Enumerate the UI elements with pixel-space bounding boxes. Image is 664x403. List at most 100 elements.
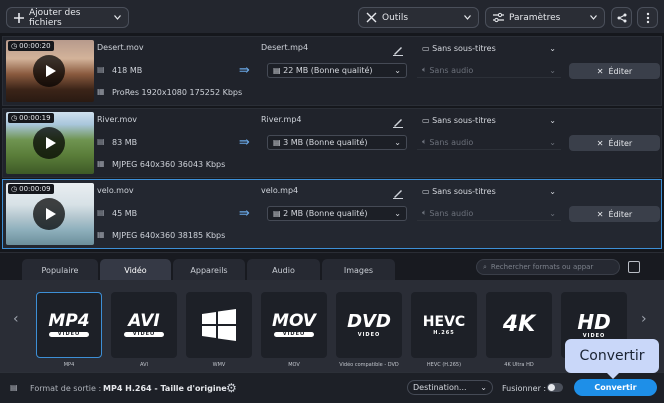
arrow-right-icon: ⇛ — [239, 206, 250, 221]
subtitles-icon: ▭ — [422, 116, 433, 125]
merge-toggle[interactable] — [547, 383, 563, 392]
subtitles-dropdown[interactable]: ▭ Sans sous-titres ⌄ — [417, 41, 561, 56]
share-icon — [617, 13, 626, 22]
audio-value: Sans audio — [429, 137, 474, 147]
hd-logo: HD VIDEO — [574, 312, 614, 339]
search-icon: ⌕ — [483, 262, 487, 271]
edit-name-icon[interactable] — [392, 41, 408, 56]
clock-icon: ◷ — [11, 185, 18, 193]
output-size-dropdown[interactable]: ▤ 3 MB (Bonne qualité) ⌄ — [267, 135, 407, 150]
arrow-right-icon: ⇛ — [239, 135, 250, 150]
edit-name-icon[interactable] — [392, 113, 408, 128]
output-format-icon: ▤ — [10, 383, 18, 392]
clock-icon: ◷ — [11, 114, 18, 122]
audio-dropdown[interactable]: 🔈︎ Sans audio ⌄ — [417, 135, 561, 150]
edit-label: Éditer — [608, 66, 633, 76]
tools-icon: ✕ — [596, 209, 604, 219]
add-files-button[interactable]: Ajouter des fichiers — [6, 7, 129, 28]
format-4k[interactable]: 4K — [486, 292, 552, 358]
logo-sub: VIDEO — [124, 332, 164, 337]
destination-value: Destination... — [413, 383, 467, 392]
video-thumbnail[interactable]: ◷ 00:00:09 — [6, 183, 94, 245]
format-mov[interactable]: MOV VIDEO — [261, 292, 327, 358]
film-icon: ▦ — [97, 87, 105, 96]
duration-badge: ◷ 00:00:19 — [8, 113, 54, 123]
mov-logo: MOV VIDEO — [272, 313, 316, 337]
add-files-label: Ajouter des fichiers — [29, 7, 81, 28]
format-mp4[interactable]: MP4 VIDEO — [36, 292, 102, 358]
output-size-dropdown[interactable]: ▤ 22 MB (Bonne qualité) ⌄ — [267, 63, 407, 78]
video-thumbnail[interactable]: ◷ 00:00:20 — [6, 40, 94, 102]
audio-value: Sans audio — [429, 65, 474, 75]
subtitles-value: Sans sous-titres — [432, 44, 496, 53]
output-size-dropdown[interactable]: ▤ 2 MB (Bonne qualité) ⌄ — [267, 206, 407, 221]
play-icon[interactable] — [33, 55, 65, 87]
edit-button[interactable]: ✕ Éditer — [569, 63, 660, 79]
logo-text: 4K — [502, 312, 536, 337]
logo-text: MP4 — [48, 311, 90, 331]
chevron-right-icon[interactable]: › — [641, 311, 647, 327]
destination-dropdown[interactable]: Destination... ⌄ — [407, 380, 493, 395]
windows-logo-icon — [202, 309, 236, 341]
audio-dropdown[interactable]: 🔈︎ Sans audio ⌄ — [417, 63, 561, 78]
chevron-left-icon[interactable]: ‹ — [13, 311, 19, 327]
tools-icon: ✕ — [596, 66, 604, 76]
tab-devices[interactable]: Appareils — [173, 259, 245, 281]
file-meta: ProRes 1920x1080 175252 Kbps — [112, 88, 243, 97]
convert-tooltip: Convertir — [565, 339, 659, 379]
format-avi[interactable]: AVI VIDEO — [111, 292, 177, 358]
more-menu-button[interactable] — [637, 7, 658, 28]
avi-logo: AVI VIDEO — [124, 313, 164, 337]
play-icon[interactable] — [33, 127, 65, 159]
output-file-icon: ▤ — [273, 209, 284, 218]
chevron-down-icon — [590, 15, 597, 20]
format-wmv[interactable] — [186, 292, 252, 358]
file-name: velo.mov — [97, 186, 134, 195]
chevron-down-icon: ⌄ — [394, 209, 401, 218]
subtitles-dropdown[interactable]: ▭ Sans sous-titres ⌄ — [417, 184, 561, 199]
file-icon: ▤ — [97, 208, 105, 217]
logo-text: AVI — [128, 311, 160, 331]
output-size-value: 22 MB (Bonne qualité) — [283, 66, 373, 75]
tab-images[interactable]: Images — [322, 259, 395, 281]
more-vertical-icon — [646, 12, 649, 23]
film-icon: ▦ — [97, 159, 105, 168]
output-size-value: 2 MB (Bonne qualité) — [283, 209, 368, 218]
settings-button[interactable]: Paramètres — [485, 7, 605, 28]
video-thumbnail[interactable]: ◷ 00:00:19 — [6, 112, 94, 174]
output-format-value[interactable]: MP4 H.264 - Taille d'origine — [103, 384, 227, 393]
tab-video[interactable]: Vidéo — [100, 259, 171, 281]
output-format-label: Format de sortie : — [30, 384, 102, 393]
edit-label: Éditer — [608, 138, 633, 148]
edit-name-icon[interactable] — [392, 184, 408, 199]
edit-button[interactable]: ✕ Éditer — [569, 135, 660, 151]
file-row[interactable]: ◷ 00:00:19 River.mov ▤ 83 MB ▦ MJPEG 640x… — [2, 108, 662, 178]
format-search-input[interactable]: ⌕ Rechercher formats ou appar — [476, 259, 620, 275]
file-row-selected[interactable]: ◷ 00:00:09 velo.mov ▤ 45 MB ▦ MJPEG 640x3… — [2, 179, 662, 249]
duration-badge: ◷ 00:00:20 — [8, 41, 54, 51]
share-button[interactable] — [611, 7, 632, 28]
top-toolbar: Ajouter des fichiers Outils Paramètres — [0, 0, 664, 34]
format-dvd[interactable]: DVD VIDEO — [336, 292, 402, 358]
subtitles-icon: ▭ — [422, 44, 433, 53]
convert-button[interactable]: Convertir — [574, 379, 657, 396]
device-detect-icon[interactable] — [628, 261, 640, 273]
tools-button[interactable]: Outils — [358, 7, 479, 28]
plus-icon — [14, 12, 24, 23]
tab-popular[interactable]: Populaire — [22, 259, 98, 281]
gear-icon[interactable]: ⚙ — [226, 381, 237, 395]
clock-icon: ◷ — [11, 42, 18, 50]
audio-dropdown[interactable]: 🔈︎ Sans audio ⌄ — [417, 206, 561, 221]
play-icon[interactable] — [33, 198, 65, 230]
edit-button[interactable]: ✕ Éditer — [569, 206, 660, 222]
subtitles-dropdown[interactable]: ▭ Sans sous-titres ⌄ — [417, 113, 561, 128]
file-meta: MJPEG 640x360 36043 Kbps — [112, 160, 226, 169]
file-row[interactable]: ◷ 00:00:20 Desert.mov ▤ 418 MB ▦ ProRes 1… — [2, 36, 662, 106]
settings-label: Paramètres — [509, 12, 561, 23]
format-hevc[interactable]: HEVC H.265 — [411, 292, 477, 358]
output-size-value: 3 MB (Bonne qualité) — [283, 138, 368, 147]
subtitles-icon: ▭ — [422, 187, 433, 196]
audio-value: Sans audio — [429, 208, 474, 218]
format-label: 4K Ultra HD — [504, 362, 534, 368]
tab-audio[interactable]: Audio — [247, 259, 320, 281]
